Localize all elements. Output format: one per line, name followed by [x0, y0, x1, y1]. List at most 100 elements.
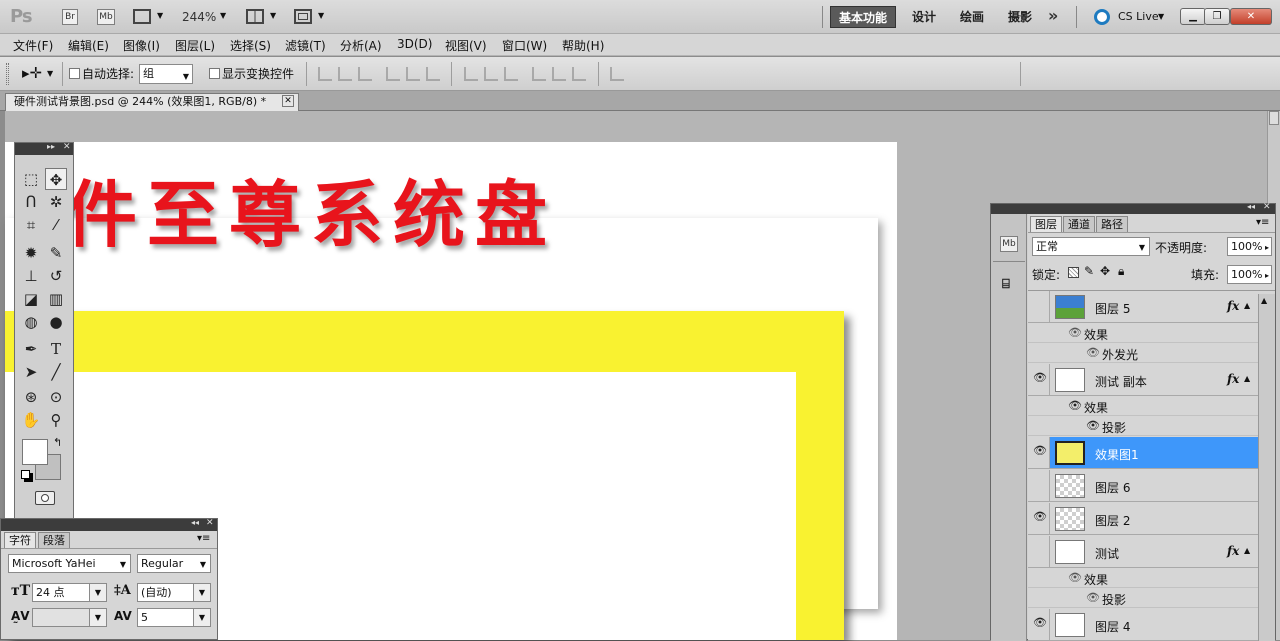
history-brush-tool-icon[interactable]: ↺: [45, 265, 67, 287]
layer-name[interactable]: 图层 6: [1095, 479, 1130, 496]
default-colors-icon[interactable]: [21, 470, 30, 479]
chevron-down-icon[interactable]: ▼: [220, 11, 226, 20]
opacity-input[interactable]: 100% ▸: [1227, 237, 1272, 256]
move-tool-icon[interactable]: ✥: [45, 168, 67, 190]
layer-row[interactable]: 👁︎ 图层 4: [1028, 609, 1258, 641]
distribute-vcenter-icon[interactable]: [484, 67, 498, 81]
eye-icon[interactable]: 👁︎: [1033, 371, 1047, 384]
expand-effects-icon[interactable]: ▲: [1244, 374, 1250, 383]
fx-icon[interactable]: fx: [1227, 544, 1239, 558]
align-vcenter-icon[interactable]: [338, 67, 352, 81]
layer-row[interactable]: 测试 fx ▲: [1028, 536, 1258, 568]
lock-transparent-icon[interactable]: [1068, 267, 1079, 278]
chevron-down-icon[interactable]: ▼: [157, 11, 163, 20]
chevron-down-icon[interactable]: ▼: [193, 584, 210, 601]
magic-wand-tool-icon[interactable]: ✲: [45, 191, 67, 213]
line-tool-icon[interactable]: ╱: [45, 361, 67, 383]
eye-icon[interactable]: 👁︎: [1033, 616, 1047, 629]
collapse-icon[interactable]: ◂◂: [1247, 202, 1255, 211]
auto-align-layers-icon[interactable]: [610, 67, 624, 81]
fx-icon[interactable]: fx: [1227, 372, 1239, 386]
tab-channels[interactable]: 通道: [1063, 216, 1095, 232]
font-size-input[interactable]: 24 点 ▼: [32, 583, 107, 602]
effects-row[interactable]: 👁︎ 效果: [1028, 569, 1258, 588]
auto-select-dropdown[interactable]: 组 ▼: [139, 64, 193, 84]
distribute-right-icon[interactable]: [572, 67, 586, 81]
distribute-bottom-icon[interactable]: [504, 67, 518, 81]
layer-name[interactable]: 图层 2: [1095, 512, 1130, 529]
eye-icon[interactable]: 👁︎: [1068, 399, 1082, 412]
layer-name[interactable]: 效果图1: [1095, 446, 1139, 463]
tab-paragraph[interactable]: 段落: [38, 532, 70, 548]
close-icon[interactable]: ✕: [206, 518, 214, 528]
menu-view[interactable]: 视图(V): [445, 37, 487, 54]
menu-image[interactable]: 图像(I): [123, 37, 160, 54]
font-family-select[interactable]: Microsoft YaHei ▼: [8, 554, 131, 573]
lock-pixels-icon[interactable]: ✎: [1084, 264, 1094, 278]
chevron-down-icon[interactable]: ▼: [47, 69, 53, 78]
swap-colors-icon[interactable]: ↰: [53, 436, 62, 449]
scroll-up-icon[interactable]: [1269, 111, 1279, 125]
fx-icon[interactable]: fx: [1227, 299, 1239, 313]
layer-row[interactable]: 👁︎ 图层 2: [1028, 503, 1258, 535]
kerning-input[interactable]: ▼: [32, 608, 107, 627]
gradient-tool-icon[interactable]: ▥: [45, 288, 67, 310]
workspace-photography-button[interactable]: 摄影: [1000, 6, 1040, 28]
fill-input[interactable]: 100% ▸: [1227, 265, 1272, 284]
distribute-left-icon[interactable]: [532, 67, 546, 81]
auto-select-checkbox[interactable]: [69, 68, 80, 79]
leading-input[interactable]: (自动) ▼: [137, 583, 211, 602]
chevron-down-icon[interactable]: ▼: [89, 609, 106, 626]
chevron-down-icon[interactable]: ▼: [270, 11, 276, 20]
chevron-down-icon[interactable]: ▼: [193, 609, 210, 626]
collapse-icon[interactable]: ▸▸: [47, 142, 55, 151]
layer-name[interactable]: 图层 5: [1095, 300, 1130, 317]
align-left-icon[interactable]: [386, 67, 400, 81]
chevron-down-icon[interactable]: ▼: [1158, 12, 1164, 21]
collapse-icon[interactable]: ◂◂: [191, 518, 199, 527]
visibility-toggle[interactable]: 👁︎: [1028, 437, 1050, 468]
blur-tool-icon[interactable]: ◍: [20, 311, 42, 333]
menu-3d[interactable]: 3D(D): [397, 37, 432, 51]
quick-mask-icon[interactable]: [35, 491, 55, 505]
align-top-icon[interactable]: [318, 67, 332, 81]
align-bottom-icon[interactable]: [358, 67, 372, 81]
distribute-hcenter-icon[interactable]: [552, 67, 566, 81]
menu-edit[interactable]: 编辑(E): [68, 37, 109, 54]
move-tool-preset-icon[interactable]: ▸✛: [22, 64, 42, 82]
more-workspaces-icon[interactable]: »: [1048, 6, 1058, 25]
crop-tool-icon[interactable]: ⌗: [20, 214, 42, 236]
cslive-button[interactable]: CS Live: [1118, 10, 1159, 23]
clone-stamp-tool-icon[interactable]: ⊥: [20, 265, 42, 287]
type-tool-icon[interactable]: T: [45, 338, 67, 360]
blend-mode-select[interactable]: 正常 ▼: [1032, 237, 1150, 256]
eye-icon[interactable]: 👁︎: [1068, 571, 1082, 584]
close-icon[interactable]: ✕: [1230, 8, 1272, 25]
lock-all-icon[interactable]: 🔒︎: [1118, 264, 1124, 279]
dodge-tool-icon[interactable]: ●: [45, 311, 67, 333]
visibility-toggle[interactable]: 👁︎: [1028, 364, 1050, 395]
chevron-down-icon[interactable]: ▼: [318, 11, 324, 20]
expand-effects-icon[interactable]: ▲: [1244, 546, 1250, 555]
panel-menu-icon[interactable]: ▾≡: [1256, 217, 1269, 228]
layers-dock-header[interactable]: ◂◂ ✕: [991, 202, 1275, 214]
layer-row[interactable]: 图层 6: [1028, 470, 1258, 502]
layer-row[interactable]: 👁︎ 效果图1: [1028, 437, 1258, 469]
layer-row[interactable]: 图层 5 fx ▲: [1028, 291, 1258, 323]
history-panel-icon[interactable]: ⌸: [1002, 277, 1010, 292]
eraser-tool-icon[interactable]: ◪: [20, 288, 42, 310]
layer-row[interactable]: 👁︎ 测试 副本 fx ▲: [1028, 364, 1258, 396]
tab-paths[interactable]: 路径: [1096, 216, 1128, 232]
bridge-button[interactable]: Br: [62, 9, 78, 25]
foreground-color-swatch[interactable]: [22, 439, 48, 465]
panel-menu-icon[interactable]: ▾≡: [197, 533, 210, 544]
show-transform-checkbox[interactable]: [209, 68, 220, 79]
chevron-down-icon[interactable]: ▼: [89, 584, 106, 601]
character-panel-header[interactable]: ◂◂ ✕: [1, 518, 217, 531]
menu-layer[interactable]: 图层(L): [175, 37, 215, 54]
eye-icon[interactable]: 👁︎: [1086, 419, 1100, 432]
mini-bridge-panel-button[interactable]: Mb: [1000, 236, 1018, 252]
font-style-select[interactable]: Regular ▼: [137, 554, 211, 573]
hand-tool-icon[interactable]: ✋: [20, 409, 42, 431]
layer-name[interactable]: 测试 副本: [1095, 373, 1147, 390]
